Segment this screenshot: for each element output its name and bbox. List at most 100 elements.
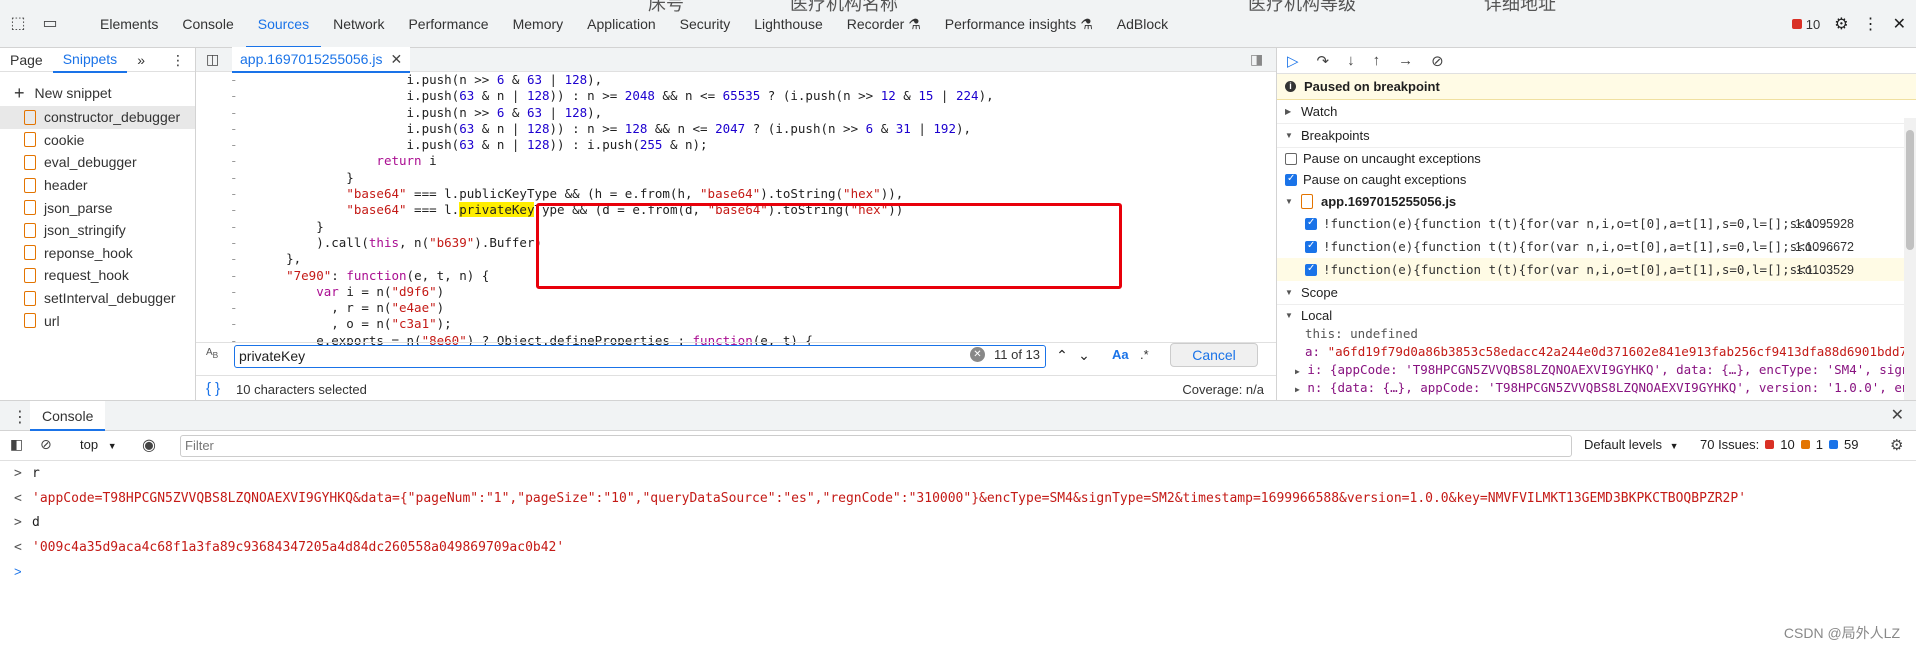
snippet-item[interactable]: url (0, 309, 195, 332)
device-toolbar-icon[interactable]: ▭ (40, 14, 60, 34)
line-gutter[interactable]: - (230, 202, 238, 218)
eye-icon[interactable]: ◉ (142, 435, 156, 455)
pause-caught-checkbox[interactable] (1285, 173, 1297, 186)
tab-network[interactable]: Network (321, 12, 396, 36)
line-gutter[interactable]: - (230, 235, 238, 251)
tab-elements[interactable]: Elements (88, 12, 170, 36)
step-over-icon[interactable]: ↷ (1317, 52, 1330, 70)
tab-memory[interactable]: Memory (501, 12, 576, 36)
match-case-toggle[interactable]: Aa (1112, 347, 1129, 362)
step-out-icon[interactable]: ↑ (1373, 52, 1381, 69)
gear-icon[interactable]: ⚙ (1890, 436, 1903, 454)
pause-uncaught-checkbox[interactable] (1285, 152, 1297, 165)
breakpoint-item[interactable]: !function(e){function t(t){for(var n,i,o… (1277, 212, 1916, 235)
line-gutter[interactable]: - (230, 88, 238, 104)
line-gutter[interactable]: - (230, 268, 238, 284)
search-input[interactable]: privateKey (234, 345, 1046, 368)
toggle-navigator-icon[interactable]: ◫ (206, 51, 219, 68)
line-gutter[interactable]: - (230, 219, 238, 235)
tab-recorder[interactable]: Recorder ⚗ (835, 12, 933, 36)
sidebar-scrollbar[interactable] (1904, 118, 1916, 400)
file-tab[interactable]: app.1697015255056.js ✕ (232, 46, 411, 73)
console-result[interactable]: < 'appCode=T98HPCGN5ZVVQBS8LZQNOAEXVI9GYH… (0, 486, 1916, 511)
line-gutter[interactable]: - (230, 72, 238, 88)
new-snippet-button[interactable]: + New snippet (0, 80, 195, 106)
line-gutter[interactable]: - (230, 251, 238, 267)
console-input[interactable]: > r (0, 461, 1916, 486)
line-gutter[interactable]: - (230, 153, 238, 169)
breakpoint-file-header[interactable]: ▼ app.1697015255056.js (1277, 190, 1916, 212)
console-input[interactable]: > d (0, 510, 1916, 535)
snippet-item[interactable]: constructor_debugger (0, 106, 195, 129)
line-gutter[interactable]: - (230, 105, 238, 121)
line-gutter[interactable]: - (230, 284, 238, 300)
clear-search-icon[interactable]: ✕ (970, 347, 985, 362)
breakpoint-checkbox[interactable] (1305, 217, 1317, 230)
tab-lighthouse[interactable]: Lighthouse (742, 12, 835, 36)
tab-sources[interactable]: Sources (245, 12, 322, 48)
filter-input[interactable]: Filter (180, 435, 1572, 457)
line-gutter[interactable]: - (230, 137, 238, 153)
next-match-icon[interactable]: ⌄ (1074, 344, 1094, 366)
clear-console-icon[interactable]: ⊘ (40, 436, 52, 453)
step-into-icon[interactable]: ↓ (1347, 52, 1355, 69)
deactivate-breakpoints-icon[interactable]: ⊘ (1431, 52, 1444, 70)
snippet-item[interactable]: setInterval_debugger (0, 287, 195, 310)
line-gutter[interactable]: - (230, 300, 238, 316)
tab-security[interactable]: Security (668, 12, 743, 36)
toggle-debugger-icon[interactable]: ◨ (1250, 51, 1263, 68)
error-count-badge[interactable]: 10 (1791, 17, 1820, 32)
line-gutter[interactable]: - (230, 316, 238, 332)
line-gutter[interactable]: - (230, 121, 238, 137)
breakpoint-item[interactable]: !function(e){function t(t){for(var n,i,o… (1277, 235, 1916, 258)
snippet-item[interactable]: reponse_hook (0, 242, 195, 265)
pretty-print-icon[interactable]: { } (206, 380, 220, 397)
breakpoint-checkbox[interactable] (1305, 240, 1317, 253)
tab-performance[interactable]: Performance (396, 12, 500, 36)
tab-performance-insights[interactable]: Performance insights ⚗ (933, 12, 1105, 36)
cancel-button[interactable]: Cancel (1170, 343, 1258, 367)
scope-a[interactable]: a: "a6fd19f79d0a86b3853c58edacc42a244e0d… (1277, 343, 1916, 361)
tab-application[interactable]: Application (575, 12, 668, 36)
snippet-item[interactable]: json_parse (0, 196, 195, 219)
line-gutter[interactable]: - (230, 186, 238, 202)
local-scope-header[interactable]: ▼ Local (1277, 305, 1916, 325)
more-vertical-icon[interactable]: ⋮ (1863, 14, 1879, 34)
snippet-item[interactable]: cookie (0, 129, 195, 152)
sidebar-toggle-icon[interactable]: ◧ (10, 436, 23, 453)
regex-toggle[interactable]: .* (1140, 347, 1149, 362)
gear-icon[interactable]: ⚙ (1834, 14, 1848, 34)
previous-match-icon[interactable]: ⌃ (1052, 344, 1072, 366)
replace-toggle-icon[interactable]: AB (206, 347, 218, 360)
line-gutter[interactable]: - (230, 170, 238, 186)
tab-console[interactable]: Console (30, 401, 106, 431)
resume-icon[interactable]: ▷ (1287, 52, 1299, 70)
step-icon[interactable]: → (1398, 52, 1413, 69)
more-vertical-icon[interactable]: ⋮ (161, 48, 195, 72)
scope-n[interactable]: ▶ n: {data: {…}, appCode: 'T98HPCGN5ZVVQ… (1277, 379, 1916, 397)
breakpoints-section[interactable]: ▼ Breakpoints (1277, 124, 1916, 148)
tab-page[interactable]: Page (0, 48, 53, 72)
close-icon[interactable]: ✕ (390, 47, 402, 71)
pause-uncaught-row[interactable]: Pause on uncaught exceptions (1277, 148, 1916, 169)
inspect-element-icon[interactable]: ⬚ (8, 14, 28, 34)
console-result[interactable]: < '009c4a35d9aca4c68f1a3fa89c93684347205a… (0, 535, 1916, 560)
context-select[interactable]: top ▼ (80, 437, 117, 452)
snippet-item[interactable]: request_hook (0, 264, 195, 287)
close-icon[interactable]: ✕ (1891, 405, 1904, 425)
breakpoint-checkbox[interactable] (1305, 263, 1317, 276)
log-levels-select[interactable]: Default levels ▼ (1584, 437, 1679, 452)
console-prompt[interactable]: > (0, 559, 1916, 584)
breakpoint-item[interactable]: !function(e){function t(t){for(var n,i,o… (1277, 258, 1916, 281)
snippet-item[interactable]: eval_debugger (0, 151, 195, 174)
issues-counter[interactable]: 70 Issues: 10 1 59 (1700, 437, 1858, 452)
pause-caught-row[interactable]: Pause on caught exceptions (1277, 169, 1916, 190)
snippet-item[interactable]: header (0, 174, 195, 197)
snippet-item[interactable]: json_stringify (0, 219, 195, 242)
close-icon[interactable]: ✕ (1893, 14, 1906, 34)
scope-i[interactable]: ▶ i: {appCode: 'T98HPCGN5ZVVQBS8LZQNOAEX… (1277, 361, 1916, 379)
tab-snippets[interactable]: Snippets (52, 47, 128, 73)
more-vertical-icon[interactable]: ⋮ (12, 407, 28, 427)
watch-section[interactable]: ▶ Watch (1277, 100, 1916, 124)
scope-section[interactable]: ▼ Scope (1277, 281, 1916, 305)
